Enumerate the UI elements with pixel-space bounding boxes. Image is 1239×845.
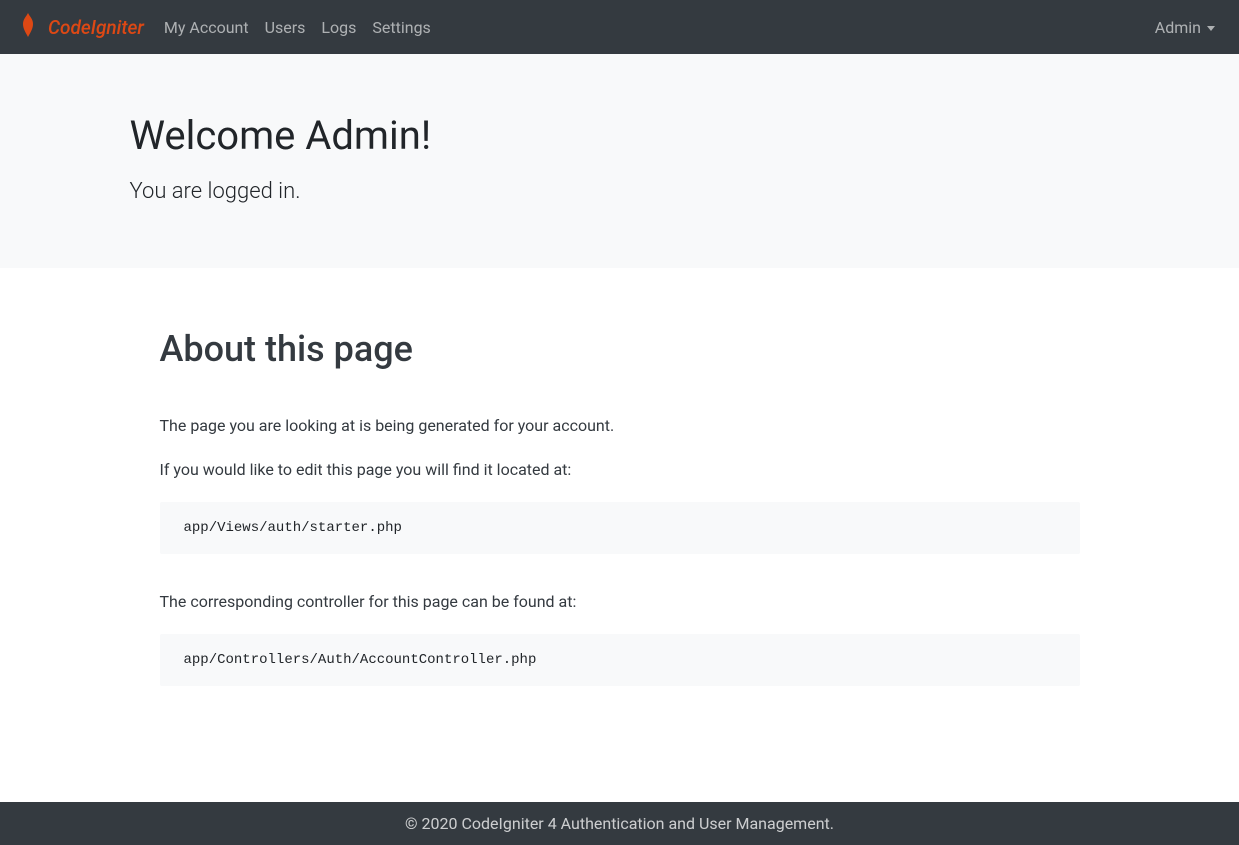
user-menu-label: Admin — [1155, 18, 1201, 37]
about-paragraph-2: If you would like to edit this page you … — [160, 458, 1080, 482]
brand-text: CodeIgniter — [48, 16, 144, 39]
navbar: CodeIgniter My Account Users Logs Settin… — [0, 0, 1239, 54]
footer-text: © 2020 CodeIgniter 4 Authentication and … — [405, 814, 834, 833]
about-paragraph-3: The corresponding controller for this pa… — [160, 590, 1080, 614]
chevron-down-icon — [1207, 26, 1215, 31]
footer: © 2020 CodeIgniter 4 Authentication and … — [0, 802, 1239, 845]
hero-title: Welcome Admin! — [130, 112, 1110, 159]
nav-my-account[interactable]: My Account — [164, 14, 249, 41]
nav-links: My Account Users Logs Settings — [164, 14, 1155, 41]
hero-subtitle: You are logged in. — [130, 179, 1110, 204]
code-block-controller-path: app/Controllers/Auth/AccountController.p… — [160, 634, 1080, 686]
flame-icon — [16, 11, 40, 43]
brand-link[interactable]: CodeIgniter — [16, 11, 144, 43]
nav-logs[interactable]: Logs — [321, 14, 356, 41]
code-block-view-path: app/Views/auth/starter.php — [160, 502, 1080, 554]
about-heading: About this page — [160, 328, 1080, 370]
about-paragraph-1: The page you are looking at is being gen… — [160, 414, 1080, 438]
content-section: About this page The page you are looking… — [0, 268, 1239, 802]
nav-settings[interactable]: Settings — [372, 14, 430, 41]
user-menu-dropdown[interactable]: Admin — [1155, 18, 1223, 37]
nav-users[interactable]: Users — [265, 14, 306, 41]
hero-section: Welcome Admin! You are logged in. — [0, 54, 1239, 268]
